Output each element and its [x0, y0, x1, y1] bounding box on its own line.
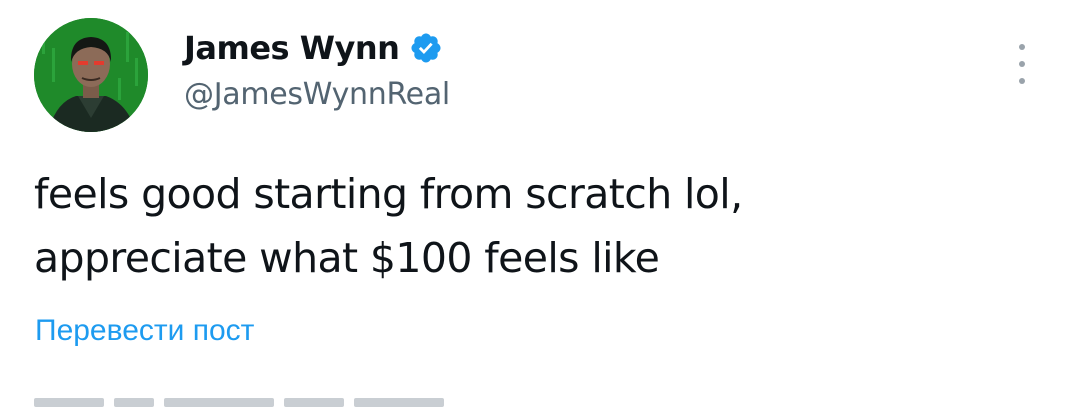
verified-badge-icon[interactable] [409, 31, 443, 65]
more-options-icon[interactable] [1010, 44, 1034, 84]
tweet-text-line: appreciate what $100 feels like [34, 234, 660, 282]
author-handle[interactable]: @JamesWynnReal [184, 77, 450, 112]
author-name-row: James Wynn [184, 26, 443, 70]
cropped-content [34, 398, 554, 407]
avatar-image [34, 18, 148, 132]
author-display-name[interactable]: James Wynn [184, 29, 400, 67]
avatar[interactable] [34, 18, 148, 132]
tweet: James Wynn @JamesWynnReal feels good sta… [0, 0, 1079, 407]
tweet-text: feels good starting from scratch lol, ap… [34, 162, 1034, 290]
translate-post-link[interactable]: Перевести пост [35, 314, 254, 348]
tweet-text-line: feels good starting from scratch lol, [34, 170, 743, 218]
